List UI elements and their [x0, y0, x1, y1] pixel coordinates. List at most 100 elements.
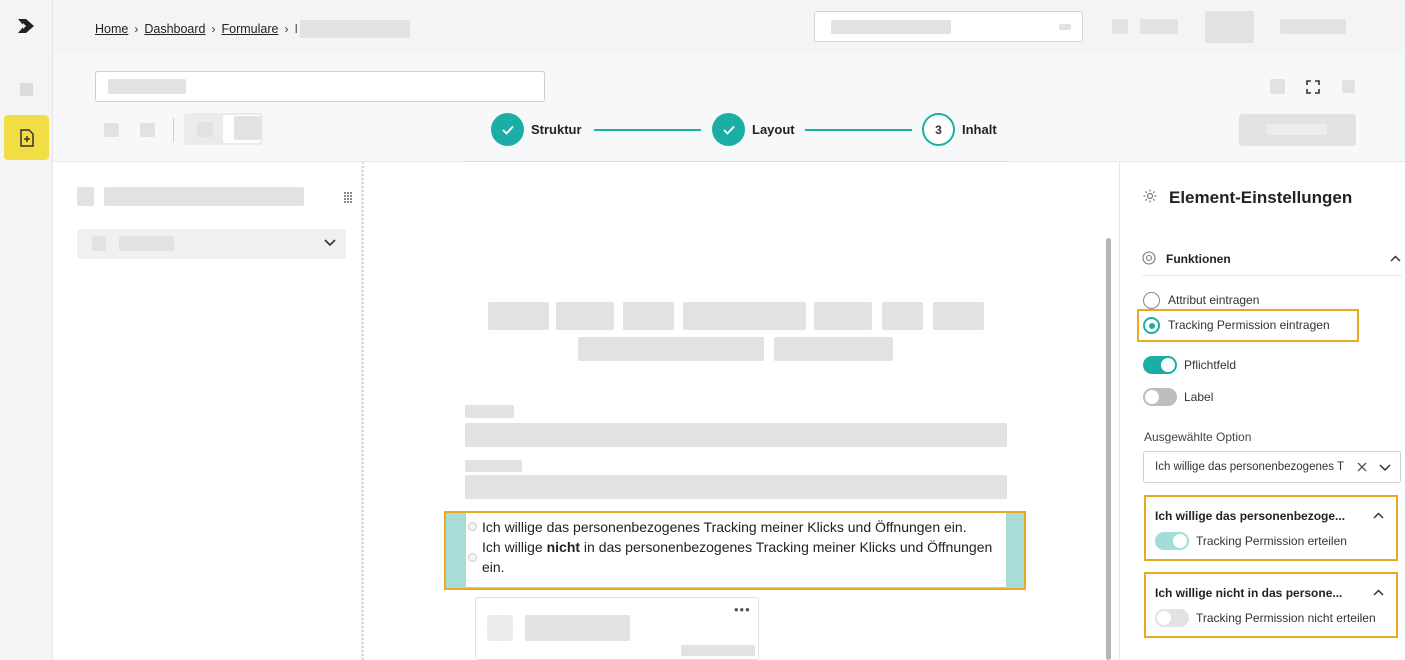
undo-icon[interactable]: [104, 123, 119, 137]
card-icon: [487, 615, 513, 641]
radio-group-content: Ich willige das personenbezogenes Tracki…: [466, 513, 1006, 587]
chevron-down-icon[interactable]: [1379, 464, 1391, 472]
label-toggle[interactable]: [1143, 388, 1177, 406]
notification-icon[interactable]: [1112, 19, 1128, 34]
view-mobile-button[interactable]: [223, 115, 261, 143]
card-title-redacted: [525, 615, 630, 641]
preview-icon[interactable]: [1270, 79, 1285, 94]
step-layout-label[interactable]: Layout: [752, 122, 795, 137]
element-library-panel: [57, 166, 362, 660]
gear-icon: [1143, 189, 1157, 203]
step-inhalt-label[interactable]: Inhalt: [962, 122, 997, 137]
chevron-right-icon: ›: [134, 22, 139, 36]
pflichtfeld-label: Pflichtfeld: [1184, 358, 1237, 372]
step-struktur-indicator[interactable]: [491, 113, 524, 146]
option-card-title: Ich willige nicht in das persone...: [1155, 586, 1343, 600]
option-card-consent-no[interactable]: Ich willige nicht in das persone... Trac…: [1144, 572, 1398, 638]
search-icon[interactable]: [1059, 24, 1071, 30]
heading-word-redacted: [774, 337, 893, 361]
chevron-right-icon: ›: [211, 22, 216, 36]
more-dots-icon[interactable]: •••: [734, 602, 751, 617]
step-layout-indicator[interactable]: [712, 113, 745, 146]
breadcrumb-home[interactable]: Home: [95, 22, 128, 36]
category-label-redacted: [119, 236, 174, 251]
radio-tracking-label: Tracking Permission eintragen: [1168, 318, 1330, 332]
form-title-input[interactable]: [95, 71, 545, 102]
fullscreen-icon[interactable]: [1306, 80, 1320, 94]
form-input-field[interactable]: [465, 423, 1007, 447]
canvas-scrollbar[interactable]: [1106, 238, 1111, 660]
save-button[interactable]: [1239, 114, 1356, 146]
form-input-field[interactable]: [465, 475, 1007, 499]
deny-permission-toggle[interactable]: [1155, 609, 1189, 627]
breadcrumb-dashboard[interactable]: Dashboard: [144, 22, 205, 36]
check-icon: [501, 125, 514, 135]
toggle-knob: [1173, 534, 1187, 548]
consent-no-wrap: ein.: [482, 559, 505, 575]
field-label-redacted: [465, 405, 514, 418]
consent-yes-label: Ich willige das personenbezogenes Tracki…: [482, 519, 967, 535]
step-struktur-label[interactable]: Struktur: [531, 122, 582, 137]
consent-no-radio[interactable]: [468, 553, 477, 562]
settings-title: Element-Einstellungen: [1169, 188, 1353, 207]
view-mobile-icon: [234, 116, 261, 140]
top-bar: Home › Dashboard › Formulare › I: [53, 0, 1405, 54]
selected-option-label: Ausgewählte Option: [1144, 430, 1252, 444]
option-card-consent-yes[interactable]: Ich willige das personenbezoge... Tracki…: [1144, 495, 1398, 561]
step-connector: [805, 129, 912, 131]
consent-no-prefix: Ich willige: [482, 539, 547, 555]
canvas-top-edge: [465, 158, 1007, 162]
funktionen-section-header[interactable]: Funktionen: [1142, 244, 1402, 276]
icon-rail: [0, 0, 53, 660]
chevron-up-icon[interactable]: [1373, 512, 1384, 519]
drag-grid-icon[interactable]: [343, 191, 353, 203]
consent-no-suffix: in das personenbezogenes Tracking meiner…: [580, 539, 993, 555]
label-toggle-label: Label: [1184, 390, 1214, 404]
toggle-knob: [1161, 358, 1175, 372]
form-element-card[interactable]: •••: [475, 597, 759, 660]
breadcrumb-formulare[interactable]: Formulare: [222, 22, 279, 36]
category-icon: [92, 236, 106, 251]
option-card-title: Ich willige das personenbezoge...: [1155, 509, 1346, 523]
search-input[interactable]: [814, 11, 1083, 42]
chevron-up-icon: [1390, 255, 1401, 262]
breadcrumb-current-redacted: [299, 20, 410, 38]
nav-new-form-button[interactable]: [4, 115, 49, 160]
element-category-dropdown[interactable]: [77, 229, 346, 259]
breadcrumb: Home › Dashboard › Formulare › I: [95, 20, 410, 38]
close-editor-icon[interactable]: [1342, 80, 1355, 93]
heading-word-redacted: [882, 302, 923, 330]
radio-attribut[interactable]: [1143, 292, 1160, 309]
nav-placeholder-icon[interactable]: [20, 83, 33, 96]
panel-title-redacted: [104, 187, 304, 206]
consent-no-bold: nicht: [546, 539, 581, 555]
pflichtfeld-toggle[interactable]: [1143, 356, 1177, 374]
language-selector[interactable]: [1140, 19, 1178, 34]
check-icon: [722, 125, 735, 135]
chevron-up-icon[interactable]: [1373, 589, 1384, 596]
panel-icon: [77, 187, 94, 206]
field-label-redacted: [465, 460, 522, 472]
tracking-permission-radio-group[interactable]: Ich willige das personenbezogenes Tracki…: [444, 511, 1026, 590]
grant-permission-toggle[interactable]: [1155, 532, 1189, 550]
step-inhalt-indicator[interactable]: 3: [922, 113, 955, 146]
brand-logo-icon[interactable]: [17, 17, 35, 35]
consent-yes-radio[interactable]: [468, 522, 477, 531]
close-icon[interactable]: [1357, 462, 1367, 472]
search-placeholder-redacted: [831, 20, 951, 34]
avatar[interactable]: [1205, 11, 1254, 43]
breadcrumb-current: I: [294, 22, 298, 36]
view-desktop-icon[interactable]: [197, 122, 213, 137]
selected-option-select[interactable]: Ich willige das personenbezogenes T: [1143, 451, 1401, 483]
redo-icon[interactable]: [140, 123, 155, 137]
heading-word-redacted: [814, 302, 872, 330]
user-name[interactable]: [1280, 19, 1346, 34]
card-meta-redacted: [681, 645, 755, 656]
radio-tracking-permission[interactable]: [1143, 317, 1160, 334]
heading-word-redacted: [578, 337, 764, 361]
deny-permission-label: Tracking Permission nicht erteilen: [1196, 611, 1376, 625]
toggle-knob: [1145, 390, 1159, 404]
save-button-label-redacted: [1267, 124, 1327, 135]
toolbar-divider: [173, 118, 174, 142]
heading-word-redacted: [683, 302, 806, 330]
